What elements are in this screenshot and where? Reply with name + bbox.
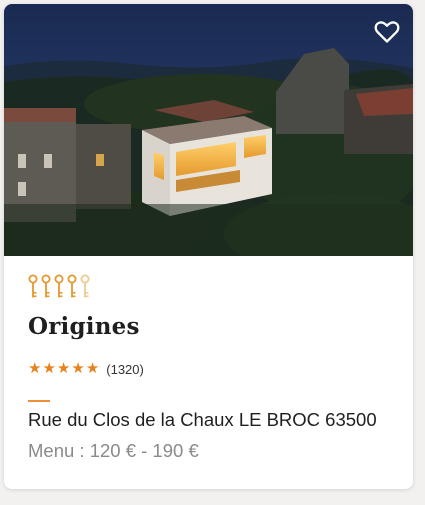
restaurant-photo-image [4,4,413,256]
key-icon [28,274,38,298]
menu-price: Menu : 120 € - 190 € [28,440,199,461]
restaurant-card[interactable]: Origines ★ ★ ★ ★ ★ (1320) Rue du Clos de la … [4,4,413,489]
key-icon [41,274,51,298]
star-rating: ★ ★ ★ ★ ★ (1320) [28,361,144,377]
star-icon: ★ [85,360,100,377]
star-icon: ★ [28,360,42,377]
restaurant-photo[interactable] [4,4,413,256]
restaurant-address: Rue du Clos de la Chaux LE BROC 63500 [28,409,377,430]
review-count: (1320) [106,361,144,377]
star-icon: ★ [71,360,85,377]
heart-outline-icon [374,21,400,43]
key-icon [54,274,64,298]
key-icon [80,274,90,298]
stars: ★ ★ ★ ★ ★ [28,361,99,377]
keys-rating [28,274,90,300]
favorite-button[interactable] [371,16,403,48]
restaurant-name[interactable]: Origines [28,313,140,340]
divider [28,400,50,402]
key-icon [67,274,77,298]
star-icon: ★ [42,360,56,377]
star-icon: ★ [56,360,71,377]
